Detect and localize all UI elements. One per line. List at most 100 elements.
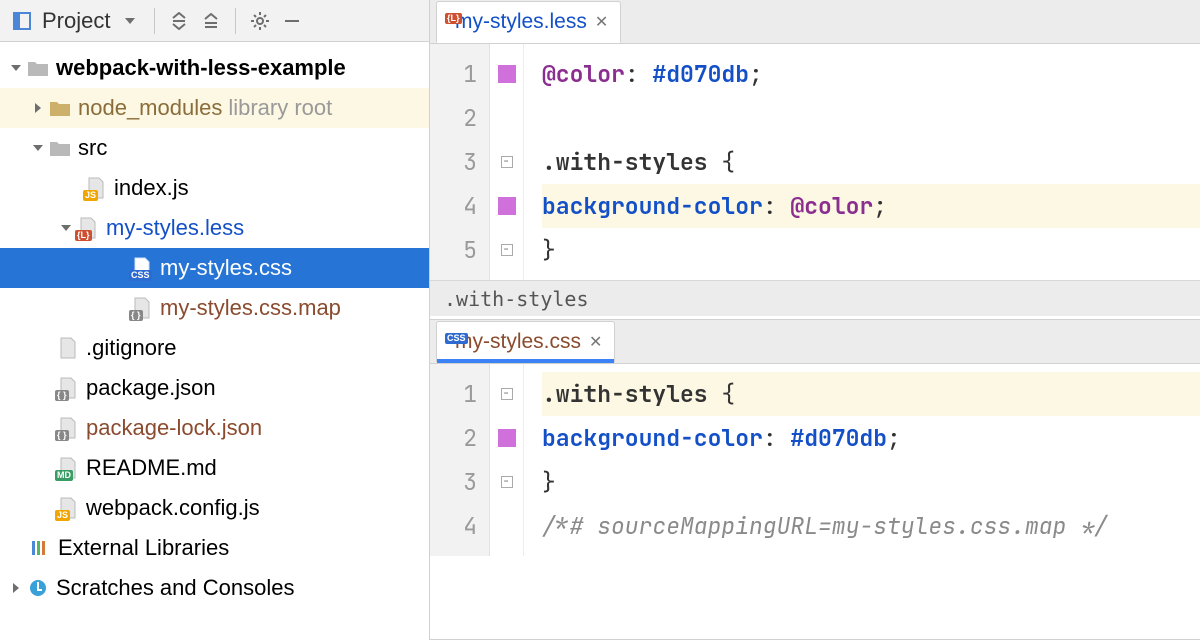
token-punc: ; <box>749 59 763 89</box>
line-number: 2 <box>430 96 477 140</box>
json-file-icon: { } <box>56 417 80 439</box>
tree-my-styles-css[interactable]: CSS my-styles.css <box>0 248 429 288</box>
chevron-down-icon[interactable] <box>56 222 76 234</box>
separator <box>235 8 236 34</box>
gutter-less: 1 2 3 4 5 <box>430 44 490 280</box>
fold-toggle-icon[interactable] <box>501 388 513 400</box>
external-libraries-label: External Libraries <box>58 537 229 559</box>
color-swatch-icon[interactable] <box>498 429 516 447</box>
src-label: src <box>78 137 107 159</box>
folder-icon <box>48 140 72 156</box>
tree-node-modules[interactable]: node_modules library root <box>0 88 429 128</box>
tab-label: my-styles.less <box>455 10 587 34</box>
tree-my-styles-css-map[interactable]: { } my-styles.css.map <box>0 288 429 328</box>
chevron-down-icon[interactable] <box>6 62 26 74</box>
tree-my-styles-less[interactable]: {L} my-styles.less <box>0 208 429 248</box>
json-file-icon: { } <box>130 297 154 319</box>
select-opened-file-icon[interactable] <box>165 7 193 35</box>
my-styles-css-label: my-styles.css <box>160 257 292 279</box>
project-tool-title: Project <box>42 8 110 34</box>
token-selector: .with-styles <box>542 379 708 409</box>
code-lines-css[interactable]: .with-styles { background-color: #d070db… <box>524 364 1200 556</box>
project-tool-header: Project <box>0 0 429 42</box>
token-variable: @color <box>542 59 625 89</box>
project-tool-window: Project webpack-with-less-e <box>0 0 430 640</box>
settings-gear-icon[interactable] <box>246 7 274 35</box>
json-file-icon: { } <box>56 377 80 399</box>
line-number: 4 <box>430 184 477 228</box>
token-punc: : <box>763 423 791 453</box>
scratches-icon <box>26 578 50 598</box>
folder-icon <box>26 60 50 76</box>
token-punc: { <box>708 147 736 177</box>
token-variable: @color <box>790 191 873 221</box>
view-mode-dropdown-icon[interactable] <box>116 7 144 35</box>
expand-all-icon[interactable] <box>197 7 225 35</box>
tree-src[interactable]: src <box>0 128 429 168</box>
hide-tool-window-icon[interactable] <box>278 7 306 35</box>
color-swatch-icon[interactable] <box>498 197 516 215</box>
token-punc: ; <box>873 191 887 221</box>
tree-readme[interactable]: MD README.md <box>0 448 429 488</box>
less-file-icon: {L} <box>76 217 100 239</box>
fold-toggle-icon[interactable] <box>501 244 513 256</box>
webpack-config-label: webpack.config.js <box>86 497 260 519</box>
editor-breadcrumb-less[interactable]: .with-styles <box>430 280 1200 316</box>
tree-root[interactable]: webpack-with-less-example <box>0 48 429 88</box>
editor-tabs-bottom: CSS my-styles.css ✕ <box>430 320 1200 364</box>
token-punc: } <box>542 467 556 497</box>
tree-gitignore[interactable]: .gitignore <box>0 328 429 368</box>
gutter-marks-less <box>490 44 524 280</box>
close-tab-icon[interactable]: ✕ <box>589 332 602 352</box>
color-swatch-icon[interactable] <box>498 65 516 83</box>
tree-package-json[interactable]: { } package.json <box>0 368 429 408</box>
line-number: 2 <box>430 416 477 460</box>
fold-toggle-icon[interactable] <box>501 476 513 488</box>
gutter-marks-css <box>490 364 524 556</box>
editor-area: {L} my-styles.less ✕ 1 2 3 4 5 <box>430 0 1200 640</box>
project-tree[interactable]: webpack-with-less-example node_modules l… <box>0 42 429 640</box>
tab-my-styles-css[interactable]: CSS my-styles.css ✕ <box>436 321 615 363</box>
tree-root-label: webpack-with-less-example <box>56 57 346 79</box>
line-number: 5 <box>430 228 477 272</box>
token-punc: ; <box>887 423 901 453</box>
tree-package-lock[interactable]: { } package-lock.json <box>0 408 429 448</box>
node-modules-label: node_modules <box>78 97 222 119</box>
line-number: 1 <box>430 372 477 416</box>
tree-index-js[interactable]: JS index.js <box>0 168 429 208</box>
my-styles-less-label: my-styles.less <box>106 217 244 239</box>
chevron-right-icon[interactable] <box>6 582 26 594</box>
editor-pane-css: CSS my-styles.css ✕ 1 2 3 4 <box>430 320 1200 640</box>
tree-external-libraries[interactable]: External Libraries <box>0 528 429 568</box>
line-number: 3 <box>430 460 477 504</box>
index-js-label: index.js <box>114 177 189 199</box>
library-root-note: library root <box>228 97 332 119</box>
text-file-icon <box>56 337 80 359</box>
token-value: #d070db <box>652 59 749 89</box>
tab-my-styles-less[interactable]: {L} my-styles.less ✕ <box>436 1 621 43</box>
editor-pane-less: {L} my-styles.less ✕ 1 2 3 4 5 <box>430 0 1200 320</box>
scratches-label: Scratches and Consoles <box>56 577 294 599</box>
separator <box>154 8 155 34</box>
line-number: 4 <box>430 504 477 548</box>
token-punc: } <box>542 235 556 265</box>
gitignore-label: .gitignore <box>86 337 177 359</box>
code-editor-css[interactable]: 1 2 3 4 .with-styles { background-color:… <box>430 364 1200 556</box>
tab-label: my-styles.css <box>455 330 581 354</box>
readme-label: README.md <box>86 457 217 479</box>
project-window-icon <box>8 7 36 35</box>
token-property: background-color <box>542 191 763 221</box>
breadcrumb-segment[interactable]: .with-styles <box>444 287 589 311</box>
tree-scratches[interactable]: Scratches and Consoles <box>0 568 429 608</box>
close-tab-icon[interactable]: ✕ <box>595 12 608 32</box>
code-editor-less[interactable]: 1 2 3 4 5 @color: #d070db; .with-style <box>430 44 1200 280</box>
external-libraries-icon <box>28 539 52 557</box>
library-folder-icon <box>48 100 72 116</box>
chevron-down-icon[interactable] <box>28 142 48 154</box>
fold-toggle-icon[interactable] <box>501 156 513 168</box>
tree-webpack-config[interactable]: JS webpack.config.js <box>0 488 429 528</box>
token-value: #d070db <box>790 423 887 453</box>
code-lines-less[interactable]: @color: #d070db; .with-styles { backgrou… <box>524 44 1200 280</box>
token-selector: .with-styles <box>542 147 708 177</box>
chevron-right-icon[interactable] <box>28 102 48 114</box>
